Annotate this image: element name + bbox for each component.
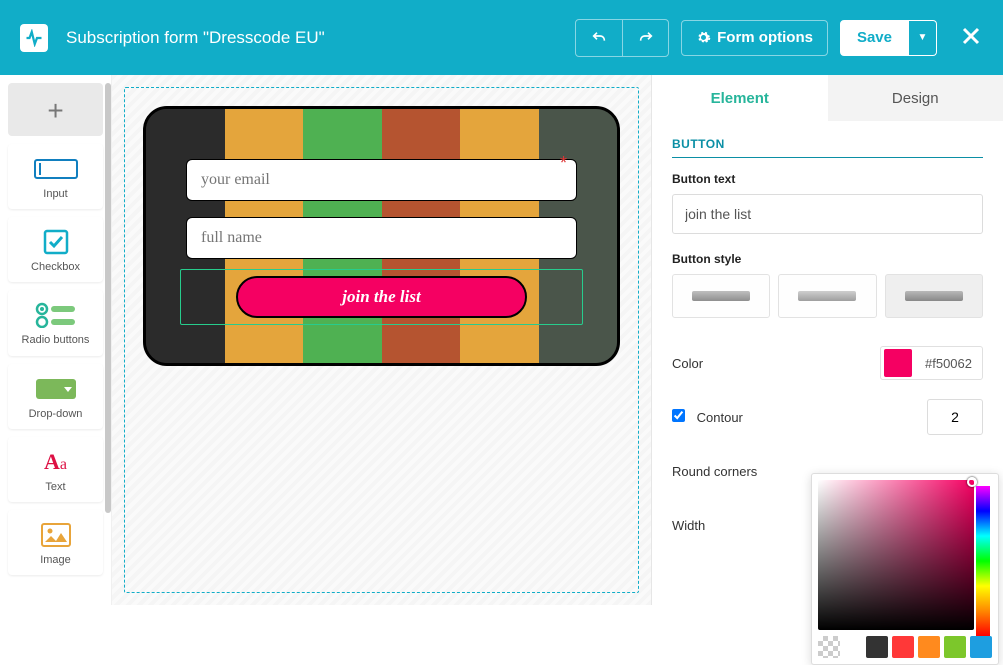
saturation-value-panel[interactable] bbox=[818, 480, 974, 630]
palette-checkbox[interactable]: Checkbox bbox=[8, 217, 103, 282]
join-button[interactable]: join the list bbox=[236, 276, 528, 318]
close-icon bbox=[959, 24, 983, 48]
form-options-label: Form options bbox=[717, 29, 813, 46]
button-text-input[interactable] bbox=[672, 194, 983, 234]
palette-scrollbar[interactable] bbox=[105, 83, 111, 605]
undo-redo-group bbox=[575, 19, 669, 57]
contour-label: Contour bbox=[672, 409, 743, 425]
swatch-blue[interactable] bbox=[970, 636, 992, 658]
palette-dropdown[interactable]: Drop-down bbox=[8, 364, 103, 429]
app-logo bbox=[20, 24, 48, 52]
palette-label: Checkbox bbox=[31, 261, 80, 274]
color-picker-popup[interactable] bbox=[811, 473, 999, 665]
button-style-options bbox=[672, 274, 983, 318]
swatch-red[interactable] bbox=[892, 636, 914, 658]
palette-input[interactable]: Input bbox=[8, 144, 103, 209]
style-option-1[interactable] bbox=[672, 274, 770, 318]
fullname-field[interactable] bbox=[186, 217, 577, 259]
form-options-button[interactable]: Form options bbox=[681, 20, 828, 56]
email-field[interactable] bbox=[186, 159, 577, 201]
preset-swatches bbox=[818, 636, 992, 658]
palette-radio[interactable]: Radio buttons bbox=[8, 290, 103, 355]
section-title: BUTTON bbox=[672, 137, 983, 158]
color-label: Color bbox=[672, 356, 703, 371]
checkbox-icon bbox=[43, 227, 69, 257]
color-swatch bbox=[884, 349, 912, 377]
style-option-2[interactable] bbox=[778, 274, 876, 318]
dropdown-icon bbox=[36, 374, 76, 404]
swatch-orange[interactable] bbox=[918, 636, 940, 658]
palette-label: Image bbox=[40, 554, 71, 567]
button-text-label: Button text bbox=[672, 172, 983, 186]
page-title: Subscription form "Dresscode EU" bbox=[66, 28, 575, 48]
canvas-area: * join the list bbox=[112, 75, 651, 605]
save-dropdown-button[interactable]: ▼ bbox=[909, 20, 937, 56]
palette-image[interactable]: Image bbox=[8, 510, 103, 575]
contour-value-input[interactable] bbox=[927, 399, 983, 435]
element-palette: + Input Checkbox Radio buttons Drop-down… bbox=[0, 75, 112, 605]
top-actions: Form options Save ▼ bbox=[575, 19, 983, 57]
main: + Input Checkbox Radio buttons Drop-down… bbox=[0, 75, 1003, 605]
selected-element-outline: join the list bbox=[180, 269, 583, 325]
radio-icon bbox=[34, 300, 78, 330]
palette-label: Drop-down bbox=[29, 408, 83, 421]
swatch-dark[interactable] bbox=[866, 636, 888, 658]
swatch-transparent[interactable] bbox=[818, 636, 840, 658]
top-bar: Subscription form "Dresscode EU" Form op… bbox=[0, 0, 1003, 75]
palette-label: Input bbox=[43, 188, 67, 201]
save-button[interactable]: Save bbox=[840, 20, 909, 56]
input-icon bbox=[34, 154, 78, 184]
tab-element[interactable]: Element bbox=[652, 75, 828, 121]
gear-icon bbox=[696, 30, 711, 45]
color-picker-trigger[interactable]: #f50062 bbox=[880, 346, 983, 380]
swatch-green[interactable] bbox=[944, 636, 966, 658]
form-preview: * join the list bbox=[143, 106, 620, 366]
undo-button[interactable] bbox=[576, 20, 622, 56]
hue-slider[interactable] bbox=[976, 486, 990, 636]
tab-design[interactable]: Design bbox=[828, 75, 1003, 121]
contour-checkbox[interactable] bbox=[672, 409, 685, 422]
width-label: Width bbox=[672, 518, 705, 533]
round-label: Round corners bbox=[672, 464, 757, 479]
color-value: #f50062 bbox=[915, 356, 982, 371]
image-icon bbox=[41, 520, 71, 550]
close-button[interactable] bbox=[959, 24, 983, 51]
palette-label: Text bbox=[45, 481, 65, 494]
contour-row: Contour bbox=[672, 390, 983, 444]
properties-panel: Element Design BUTTON Button text Button… bbox=[651, 75, 1003, 605]
save-group: Save ▼ bbox=[840, 20, 937, 56]
button-style-label: Button style bbox=[672, 252, 983, 266]
color-row: Color #f50062 bbox=[672, 336, 983, 390]
props-tabs: Element Design bbox=[652, 75, 1003, 121]
plus-icon: + bbox=[47, 95, 63, 127]
palette-label: Radio buttons bbox=[22, 334, 90, 347]
required-marker: * bbox=[560, 153, 567, 174]
style-option-3[interactable] bbox=[885, 274, 983, 318]
add-element-button[interactable]: + bbox=[8, 83, 103, 136]
form-canvas[interactable]: * join the list bbox=[124, 87, 639, 593]
palette-text[interactable]: Aa Text bbox=[8, 437, 103, 502]
redo-button[interactable] bbox=[622, 20, 668, 56]
text-icon: Aa bbox=[44, 447, 67, 477]
